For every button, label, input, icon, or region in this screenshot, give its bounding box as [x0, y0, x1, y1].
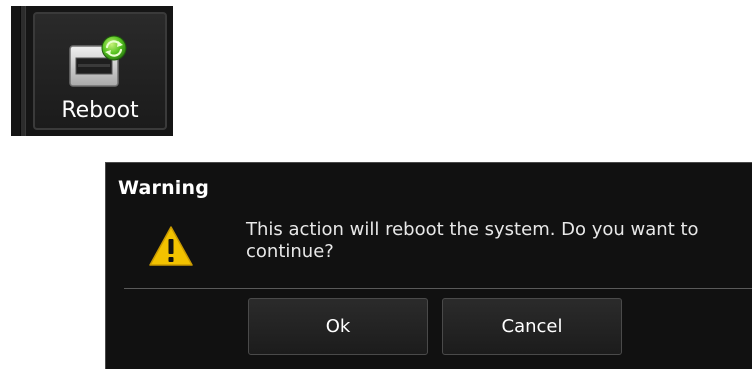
- reboot-label: Reboot: [61, 98, 139, 123]
- dialog-message: This action will reboot the system. Do y…: [246, 219, 752, 263]
- cancel-button-label: Cancel: [501, 316, 563, 337]
- dialog-message-line-2: continue?: [246, 241, 334, 262]
- cancel-button[interactable]: Cancel: [442, 298, 622, 355]
- reboot-icon: [69, 35, 127, 87]
- ok-button[interactable]: Ok: [248, 298, 428, 355]
- toolbar-divider: [20, 6, 26, 136]
- dialog-separator: [124, 288, 752, 289]
- warning-icon: [149, 226, 193, 266]
- toolbar: Reboot: [11, 6, 173, 136]
- ok-button-label: Ok: [325, 316, 351, 337]
- dialog-title: Warning: [118, 177, 210, 199]
- page: Reboot Warning This action will reboot t…: [0, 0, 752, 369]
- warning-dialog: Warning This action will reboot the syst…: [105, 162, 752, 369]
- dialog-message-line-1: This action will reboot the system. Do y…: [246, 219, 699, 240]
- reboot-button[interactable]: Reboot: [33, 12, 167, 130]
